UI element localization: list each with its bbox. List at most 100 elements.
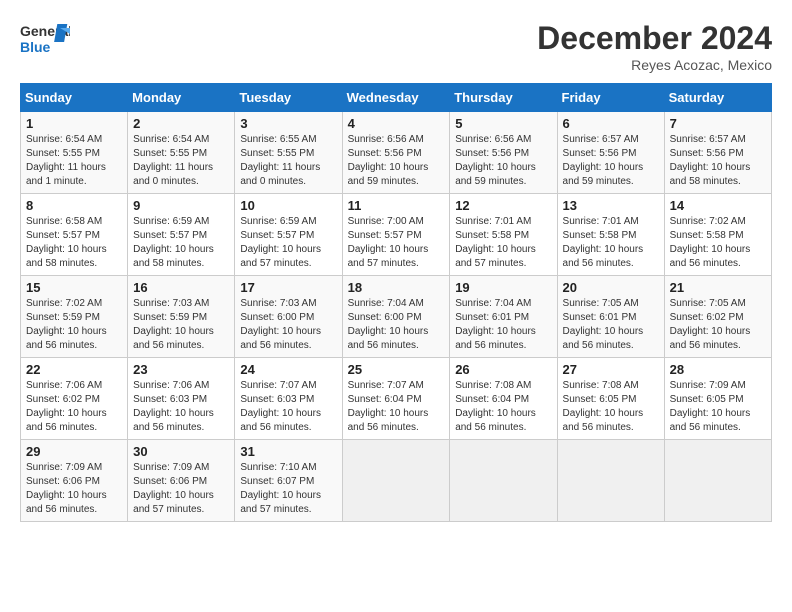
calendar-cell bbox=[664, 440, 771, 522]
day-info: Sunrise: 6:56 AM Sunset: 5:56 PM Dayligh… bbox=[348, 133, 445, 189]
calendar-cell: 21 Sunrise: 7:05 AM Sunset: 6:02 PM Dayl… bbox=[664, 276, 771, 358]
calendar-cell: 7 Sunrise: 6:57 AM Sunset: 5:56 PM Dayli… bbox=[664, 112, 771, 194]
day-info: Sunrise: 7:07 AM Sunset: 6:04 PM Dayligh… bbox=[348, 379, 445, 435]
day-info: Sunrise: 6:54 AM Sunset: 5:55 PM Dayligh… bbox=[133, 133, 229, 189]
day-info: Sunrise: 7:10 AM Sunset: 6:07 PM Dayligh… bbox=[240, 461, 336, 517]
day-number: 18 bbox=[348, 280, 445, 295]
day-number: 30 bbox=[133, 444, 229, 459]
day-number: 20 bbox=[563, 280, 659, 295]
logo: General Blue bbox=[20, 20, 70, 65]
calendar-cell: 20 Sunrise: 7:05 AM Sunset: 6:01 PM Dayl… bbox=[557, 276, 664, 358]
calendar-cell: 18 Sunrise: 7:04 AM Sunset: 6:00 PM Dayl… bbox=[342, 276, 450, 358]
month-year-title: December 2024 bbox=[537, 20, 772, 57]
calendar-week-row: 15 Sunrise: 7:02 AM Sunset: 5:59 PM Dayl… bbox=[21, 276, 772, 358]
day-number: 27 bbox=[563, 362, 659, 377]
calendar-cell: 13 Sunrise: 7:01 AM Sunset: 5:58 PM Dayl… bbox=[557, 194, 664, 276]
day-number: 31 bbox=[240, 444, 336, 459]
day-number: 2 bbox=[133, 116, 229, 131]
calendar-cell: 1 Sunrise: 6:54 AM Sunset: 5:55 PM Dayli… bbox=[21, 112, 128, 194]
day-number: 29 bbox=[26, 444, 122, 459]
day-number: 9 bbox=[133, 198, 229, 213]
weekday-header-row: Sunday Monday Tuesday Wednesday Thursday… bbox=[21, 84, 772, 112]
calendar-cell bbox=[450, 440, 557, 522]
calendar-cell: 11 Sunrise: 7:00 AM Sunset: 5:57 PM Dayl… bbox=[342, 194, 450, 276]
day-info: Sunrise: 7:02 AM Sunset: 5:59 PM Dayligh… bbox=[26, 297, 122, 353]
calendar-cell: 14 Sunrise: 7:02 AM Sunset: 5:58 PM Dayl… bbox=[664, 194, 771, 276]
day-number: 3 bbox=[240, 116, 336, 131]
calendar-cell: 16 Sunrise: 7:03 AM Sunset: 5:59 PM Dayl… bbox=[128, 276, 235, 358]
calendar-week-row: 29 Sunrise: 7:09 AM Sunset: 6:06 PM Dayl… bbox=[21, 440, 772, 522]
day-info: Sunrise: 7:06 AM Sunset: 6:02 PM Dayligh… bbox=[26, 379, 122, 435]
calendar-cell: 10 Sunrise: 6:59 AM Sunset: 5:57 PM Dayl… bbox=[235, 194, 342, 276]
day-number: 21 bbox=[670, 280, 766, 295]
day-info: Sunrise: 7:05 AM Sunset: 6:02 PM Dayligh… bbox=[670, 297, 766, 353]
day-info: Sunrise: 6:59 AM Sunset: 5:57 PM Dayligh… bbox=[133, 215, 229, 271]
header-sunday: Sunday bbox=[21, 84, 128, 112]
day-number: 26 bbox=[455, 362, 551, 377]
day-number: 12 bbox=[455, 198, 551, 213]
calendar-cell: 26 Sunrise: 7:08 AM Sunset: 6:04 PM Dayl… bbox=[450, 358, 557, 440]
day-info: Sunrise: 6:54 AM Sunset: 5:55 PM Dayligh… bbox=[26, 133, 122, 189]
title-section: December 2024 Reyes Acozac, Mexico bbox=[537, 20, 772, 73]
header-saturday: Saturday bbox=[664, 84, 771, 112]
day-info: Sunrise: 7:04 AM Sunset: 6:01 PM Dayligh… bbox=[455, 297, 551, 353]
calendar-cell: 28 Sunrise: 7:09 AM Sunset: 6:05 PM Dayl… bbox=[664, 358, 771, 440]
logo-icon: General Blue bbox=[20, 20, 70, 60]
day-number: 24 bbox=[240, 362, 336, 377]
day-info: Sunrise: 7:01 AM Sunset: 5:58 PM Dayligh… bbox=[455, 215, 551, 271]
day-info: Sunrise: 7:03 AM Sunset: 6:00 PM Dayligh… bbox=[240, 297, 336, 353]
day-info: Sunrise: 7:09 AM Sunset: 6:05 PM Dayligh… bbox=[670, 379, 766, 435]
day-number: 11 bbox=[348, 198, 445, 213]
calendar-cell: 3 Sunrise: 6:55 AM Sunset: 5:55 PM Dayli… bbox=[235, 112, 342, 194]
day-number: 8 bbox=[26, 198, 122, 213]
calendar-cell: 22 Sunrise: 7:06 AM Sunset: 6:02 PM Dayl… bbox=[21, 358, 128, 440]
day-number: 19 bbox=[455, 280, 551, 295]
calendar-cell: 27 Sunrise: 7:08 AM Sunset: 6:05 PM Dayl… bbox=[557, 358, 664, 440]
day-info: Sunrise: 7:02 AM Sunset: 5:58 PM Dayligh… bbox=[670, 215, 766, 271]
calendar-cell: 15 Sunrise: 7:02 AM Sunset: 5:59 PM Dayl… bbox=[21, 276, 128, 358]
calendar-week-row: 22 Sunrise: 7:06 AM Sunset: 6:02 PM Dayl… bbox=[21, 358, 772, 440]
calendar-cell: 5 Sunrise: 6:56 AM Sunset: 5:56 PM Dayli… bbox=[450, 112, 557, 194]
calendar-cell: 29 Sunrise: 7:09 AM Sunset: 6:06 PM Dayl… bbox=[21, 440, 128, 522]
calendar-week-row: 1 Sunrise: 6:54 AM Sunset: 5:55 PM Dayli… bbox=[21, 112, 772, 194]
day-number: 4 bbox=[348, 116, 445, 131]
calendar-cell bbox=[557, 440, 664, 522]
day-info: Sunrise: 6:55 AM Sunset: 5:55 PM Dayligh… bbox=[240, 133, 336, 189]
calendar-cell: 23 Sunrise: 7:06 AM Sunset: 6:03 PM Dayl… bbox=[128, 358, 235, 440]
header-monday: Monday bbox=[128, 84, 235, 112]
calendar-cell bbox=[342, 440, 450, 522]
day-number: 28 bbox=[670, 362, 766, 377]
day-info: Sunrise: 6:57 AM Sunset: 5:56 PM Dayligh… bbox=[563, 133, 659, 189]
day-number: 7 bbox=[670, 116, 766, 131]
day-info: Sunrise: 7:03 AM Sunset: 5:59 PM Dayligh… bbox=[133, 297, 229, 353]
day-number: 14 bbox=[670, 198, 766, 213]
calendar-cell: 17 Sunrise: 7:03 AM Sunset: 6:00 PM Dayl… bbox=[235, 276, 342, 358]
day-info: Sunrise: 7:09 AM Sunset: 6:06 PM Dayligh… bbox=[133, 461, 229, 517]
day-info: Sunrise: 7:01 AM Sunset: 5:58 PM Dayligh… bbox=[563, 215, 659, 271]
day-number: 5 bbox=[455, 116, 551, 131]
day-info: Sunrise: 6:56 AM Sunset: 5:56 PM Dayligh… bbox=[455, 133, 551, 189]
page-header: General Blue December 2024 Reyes Acozac,… bbox=[20, 20, 772, 73]
svg-text:Blue: Blue bbox=[20, 39, 51, 55]
day-info: Sunrise: 7:06 AM Sunset: 6:03 PM Dayligh… bbox=[133, 379, 229, 435]
day-number: 15 bbox=[26, 280, 122, 295]
day-info: Sunrise: 7:09 AM Sunset: 6:06 PM Dayligh… bbox=[26, 461, 122, 517]
calendar-cell: 24 Sunrise: 7:07 AM Sunset: 6:03 PM Dayl… bbox=[235, 358, 342, 440]
header-wednesday: Wednesday bbox=[342, 84, 450, 112]
calendar-cell: 4 Sunrise: 6:56 AM Sunset: 5:56 PM Dayli… bbox=[342, 112, 450, 194]
day-info: Sunrise: 7:05 AM Sunset: 6:01 PM Dayligh… bbox=[563, 297, 659, 353]
calendar-cell: 19 Sunrise: 7:04 AM Sunset: 6:01 PM Dayl… bbox=[450, 276, 557, 358]
calendar-cell: 6 Sunrise: 6:57 AM Sunset: 5:56 PM Dayli… bbox=[557, 112, 664, 194]
calendar-cell: 2 Sunrise: 6:54 AM Sunset: 5:55 PM Dayli… bbox=[128, 112, 235, 194]
day-info: Sunrise: 7:08 AM Sunset: 6:04 PM Dayligh… bbox=[455, 379, 551, 435]
day-number: 23 bbox=[133, 362, 229, 377]
day-info: Sunrise: 7:00 AM Sunset: 5:57 PM Dayligh… bbox=[348, 215, 445, 271]
day-number: 16 bbox=[133, 280, 229, 295]
day-number: 22 bbox=[26, 362, 122, 377]
calendar-table: Sunday Monday Tuesday Wednesday Thursday… bbox=[20, 83, 772, 522]
day-info: Sunrise: 7:04 AM Sunset: 6:00 PM Dayligh… bbox=[348, 297, 445, 353]
day-number: 1 bbox=[26, 116, 122, 131]
header-thursday: Thursday bbox=[450, 84, 557, 112]
day-info: Sunrise: 7:08 AM Sunset: 6:05 PM Dayligh… bbox=[563, 379, 659, 435]
day-number: 13 bbox=[563, 198, 659, 213]
